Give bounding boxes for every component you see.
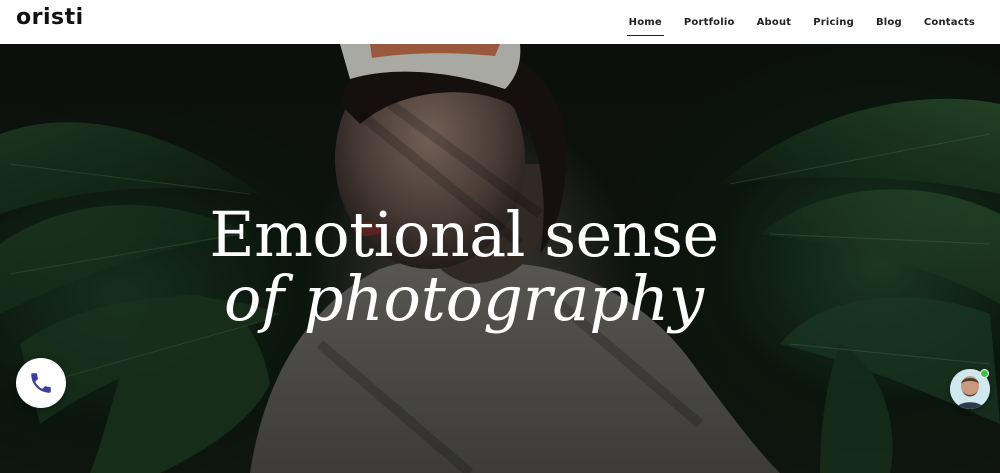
nav-item-about[interactable]: About [757,13,792,32]
phone-icon [31,373,51,393]
online-status-dot [980,369,989,378]
call-button[interactable] [16,358,66,408]
nav-item-pricing[interactable]: Pricing [813,13,854,32]
site-header: oristi Home Portfolio About Pricing Blog… [0,0,1000,44]
nav-item-blog[interactable]: Blog [876,13,902,32]
main-nav: Home Portfolio About Pricing Blog Contac… [626,13,975,36]
hero-headline-line1: Emotional sense [209,198,719,271]
nav-item-home[interactable]: Home [626,13,665,36]
site-logo[interactable]: oristi [16,7,84,29]
nav-item-portfolio[interactable]: Portfolio [684,13,735,32]
hero-section: Emotional sense of photography [0,44,1000,473]
hero-headline-line2: of photography [223,262,705,335]
nav-item-contacts[interactable]: Contacts [924,13,975,32]
